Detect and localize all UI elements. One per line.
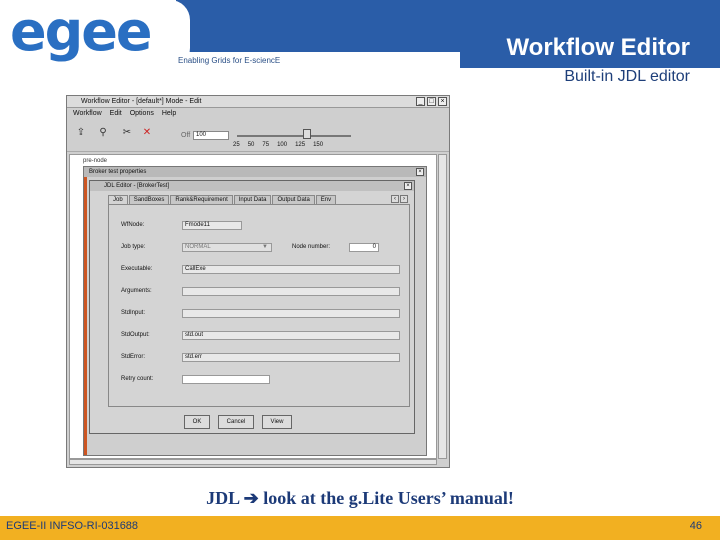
egee-logo: egee [10,0,153,63]
dialog-buttons: OK Cancel View [184,415,292,429]
open-icon[interactable]: ⇪ [75,127,87,139]
slide-caption: JDL ➔ look at the g.Lite Users’ manual! [0,488,720,509]
canvas-node-label[interactable]: pre-node [83,158,107,164]
retry-count-stepper[interactable] [182,375,270,384]
footer-band: EGEE-II INFSO-RI-031688 46 [0,516,720,540]
cut-icon[interactable]: ✂ [121,127,133,139]
window-titlebar[interactable]: Workflow Editor - [default*] Mode - Edit… [67,96,449,108]
jdl-editor-title[interactable]: JDL Editor - [BrokerTest] [90,181,414,191]
jdl-editor-close-button[interactable]: × [404,182,412,190]
chevron-left-icon[interactable]: ‹ [391,195,399,203]
chevron-down-icon[interactable]: ▼ [261,243,269,252]
selection-accent [84,177,87,455]
tick-label: 50 [247,142,255,148]
ok-button[interactable]: OK [184,415,210,429]
menu-workflow[interactable]: Workflow [73,108,102,119]
stdinput-field[interactable] [182,309,400,318]
tick-label: 75 [262,142,270,148]
stdinput-label: StdInput: [121,310,146,316]
node-number-stepper[interactable]: 0 [349,243,379,252]
zoom-slider-track[interactable] [237,135,351,137]
arrow-right-icon: ➔ [243,488,259,508]
vertical-scrollbar[interactable] [438,154,447,459]
horizontal-scrollbar[interactable] [69,459,437,465]
tab-scroll-arrows: ‹ › [391,195,408,203]
menu-options[interactable]: Options [130,108,154,119]
slide-title: Workflow Editor [506,34,690,61]
arguments-field[interactable] [182,287,400,296]
chevron-right-icon[interactable]: › [400,195,408,203]
caption-text: look at the g.Lite Users’ manual! [263,488,514,508]
minimize-button[interactable]: _ [416,97,425,106]
zoom-input[interactable]: 100 [193,131,229,140]
menu-bar: Workflow Edit Options Help [67,108,449,119]
tick-label: 150 [313,142,324,148]
view-button[interactable]: View [262,415,292,429]
zoom-slider-ticks: 25 50 75 100 125 150 [233,142,323,148]
node-number-label: Node number: [292,244,331,250]
delete-icon[interactable]: ✕ [141,127,153,139]
node-properties-title[interactable]: Broker test properties [84,167,426,177]
tick-label: 25 [233,142,240,148]
wfname-field[interactable]: Fmode11 [182,221,242,230]
tick-label: 125 [295,142,306,148]
cancel-button[interactable]: Cancel [218,415,254,429]
job-type-label: Job type: [121,244,146,250]
zoom-label: Off [181,132,191,139]
job-type-select[interactable]: NORMAL [182,243,272,252]
node-properties-close-button[interactable]: × [416,168,424,176]
caption-prefix: JDL [206,488,240,508]
window-controls: _ □ × [416,97,447,106]
workflow-editor-window: Workflow Editor - [default*] Mode - Edit… [66,95,450,468]
tick-label: 100 [277,142,288,148]
executable-label: Executable: [121,266,153,272]
wfname-label: WfNode: [121,222,145,228]
page-number: 46 [689,520,702,532]
arguments-label: Arguments: [121,288,152,294]
tagline: Enabling Grids for E-sciencE [178,56,281,65]
close-button[interactable]: × [438,97,447,106]
connect-icon[interactable]: ⚲ [97,127,109,139]
stderror-field[interactable]: std.err [182,353,400,362]
executable-field[interactable]: CallExe [182,265,400,274]
stdoutput-field[interactable]: std.out [182,331,400,340]
menu-help[interactable]: Help [162,108,176,119]
window-title: Workflow Editor - [default*] Mode - Edit [81,98,202,105]
jdl-editor-window: JDL Editor - [BrokerTest] × Job SandBoxe… [89,180,415,434]
menu-edit[interactable]: Edit [110,108,122,119]
stdoutput-label: StdOutput: [121,332,150,338]
job-form: WfNode: Fmode11 Job type: NORMAL ▼ Node … [108,204,410,407]
toolbar: ⇪ ⚲ ✂ ✕ Off 100 25 50 75 100 125 150 [67,122,449,152]
zoom-slider-thumb[interactable] [303,129,311,139]
maximize-button[interactable]: □ [427,97,436,106]
retry-count-label: Retry count: [121,376,154,382]
slide-subtitle: Built-in JDL editor [564,68,690,85]
footer-project-id: EGEE-II INFSO-RI-031688 [6,520,139,532]
stderror-label: StdError: [121,354,146,360]
